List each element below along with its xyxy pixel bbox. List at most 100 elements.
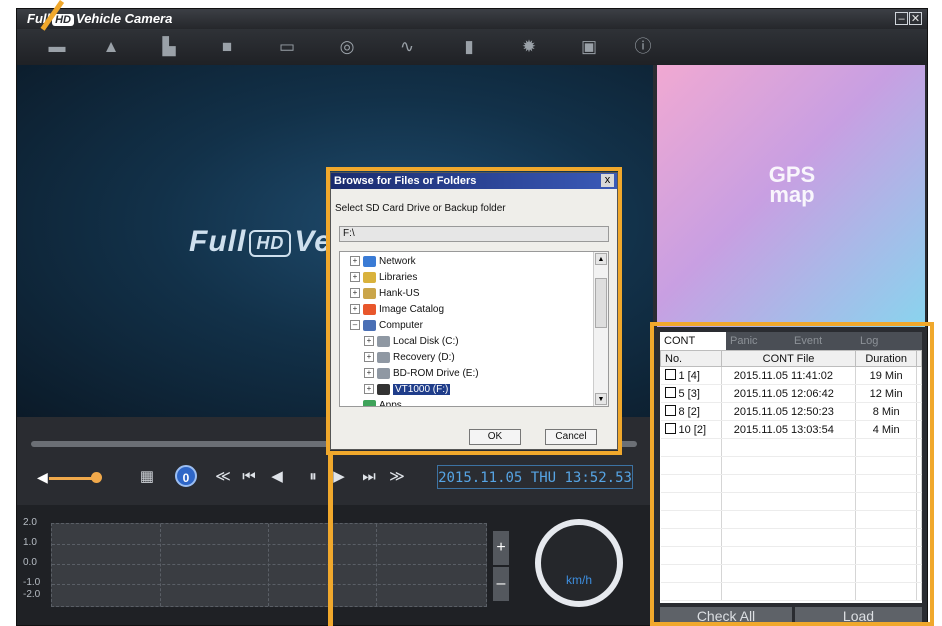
folder-icon[interactable]: ▬ — [45, 37, 69, 57]
zoom-in-button[interactable]: + — [493, 531, 509, 565]
zoom-out-button[interactable]: – — [493, 567, 509, 601]
volume-icon[interactable]: ◀ — [37, 469, 48, 486]
printer-icon[interactable]: ▙ — [157, 37, 181, 57]
speed-badge[interactable]: 0 — [175, 465, 197, 487]
row-checkbox[interactable] — [664, 405, 676, 416]
fast-forward-button[interactable]: ≫ — [387, 465, 407, 489]
tab-event[interactable]: Event — [790, 332, 856, 350]
drive-icon[interactable]: ▭ — [275, 37, 299, 57]
pause-button[interactable]: ⏸ — [303, 465, 323, 489]
expander-icon[interactable]: + — [350, 288, 360, 299]
tab-cont[interactable]: CONT — [660, 332, 726, 350]
folder-icon — [363, 255, 376, 267]
table-row[interactable]: 10 [2] 2015.11.05 13:03:54 4 Min — [660, 420, 922, 439]
previous-button[interactable]: ⏮ — [239, 465, 259, 489]
empty-row — [660, 492, 922, 511]
rewind-button[interactable]: ≪ — [213, 465, 233, 489]
tree-item[interactable]: + Hank-US — [350, 286, 420, 302]
tree-scrollbar[interactable]: ▲ ▼ — [593, 252, 608, 406]
close-button[interactable]: ✕ — [909, 12, 922, 25]
tree-item[interactable]: + Recovery (D:) — [364, 350, 455, 366]
expander-icon[interactable]: + — [364, 384, 374, 395]
app-title-hd: HD — [52, 14, 74, 26]
table-row[interactable]: 5 [3] 2015.11.05 12:06:42 12 Min — [660, 384, 922, 403]
tree-item[interactable]: + VT1000 (F:) — [364, 382, 451, 398]
check-all-button[interactable]: Check All — [660, 607, 792, 625]
empty-row — [660, 582, 922, 601]
tree-item-label: Libraries — [379, 272, 418, 283]
tree-item[interactable]: – Computer — [350, 318, 423, 334]
tree-item-label: Network — [379, 256, 416, 267]
row-no-cell[interactable]: 10 [2] — [660, 420, 722, 439]
gear-icon[interactable]: ✹ — [517, 37, 541, 57]
table-row[interactable]: 8 [2] 2015.11.05 12:50:23 8 Min — [660, 402, 922, 421]
video-icon[interactable]: ■ — [215, 37, 239, 57]
path-input[interactable] — [339, 226, 609, 242]
expander-icon[interactable]: + — [350, 256, 360, 267]
row-no-cell[interactable]: 1 [4] — [660, 366, 722, 385]
tab-panic[interactable]: Panic — [726, 332, 790, 350]
folder-icon — [363, 287, 376, 299]
snapshot-icon[interactable]: ▦ — [137, 465, 157, 489]
gsensor-label: 0.0 — [23, 557, 37, 568]
empty-row — [660, 456, 922, 475]
dialog-close-button[interactable]: x — [601, 174, 614, 187]
empty-row — [660, 474, 922, 493]
image-icon[interactable]: ▲ — [99, 37, 123, 57]
dialog-prompt: Select SD Card Drive or Backup folder — [335, 203, 506, 214]
tree-item[interactable]: + Libraries — [350, 270, 417, 286]
gps-map[interactable]: GPS map — [657, 65, 925, 327]
column-header-duration[interactable]: Duration — [855, 350, 917, 367]
row-no-cell[interactable]: 5 [3] — [660, 384, 722, 403]
ok-button[interactable]: OK — [469, 429, 521, 445]
row-checkbox[interactable] — [664, 423, 676, 434]
photo-icon[interactable]: ▣ — [577, 37, 601, 57]
tree-item-label: VT1000 (F:) — [393, 384, 451, 395]
book-icon[interactable]: ▮ — [457, 37, 481, 57]
empty-row — [660, 510, 922, 529]
tree-item[interactable]: + Image Catalog — [350, 302, 444, 318]
folder-tree: + Network + Libraries + Hank-US + Image Catalog… — [339, 251, 609, 407]
expander-icon[interactable]: + — [364, 352, 374, 363]
column-header-file[interactable]: CONT File — [720, 350, 857, 367]
row-file: 2015.11.05 11:41:02 — [721, 366, 857, 385]
tree-item-label: Local Disk (C:) — [393, 336, 459, 347]
tree-item-label: Recovery (D:) — [393, 352, 455, 363]
expander-icon[interactable]: + — [350, 304, 360, 315]
row-spacer — [916, 366, 922, 385]
volume-slider[interactable] — [49, 477, 95, 480]
tree-item[interactable]: + Network — [350, 254, 416, 270]
empty-row — [660, 438, 922, 457]
volume-knob[interactable] — [91, 472, 102, 483]
expander-icon[interactable]: + — [364, 336, 374, 347]
load-button[interactable]: Load — [795, 607, 922, 625]
tree-item[interactable]: Apps — [350, 398, 402, 406]
row-checkbox[interactable] — [664, 369, 676, 380]
expander-icon[interactable]: + — [350, 272, 360, 283]
cancel-button[interactable]: Cancel — [545, 429, 597, 445]
step-back-button[interactable]: ◀ — [267, 465, 287, 489]
column-header-no[interactable]: No. — [660, 350, 722, 367]
folder-icon — [363, 319, 376, 331]
scroll-up-icon[interactable]: ▲ — [595, 253, 607, 265]
info-icon[interactable]: ⓘ — [631, 37, 655, 57]
scroll-down-icon[interactable]: ▼ — [595, 393, 607, 405]
row-spacer — [916, 384, 922, 403]
globe-icon[interactable]: ◎ — [335, 37, 359, 57]
row-checkbox[interactable] — [664, 387, 676, 398]
expander-icon[interactable]: – — [350, 320, 360, 331]
tab-log[interactable]: Log — [856, 332, 922, 350]
column-header-spacer — [916, 350, 922, 367]
tree-item[interactable]: + Local Disk (C:) — [364, 334, 459, 350]
next-button[interactable]: ⏭ — [359, 465, 379, 489]
row-no-cell[interactable]: 8 [2] — [660, 402, 722, 421]
gsensor-label: -2.0 — [23, 589, 41, 600]
tree-item[interactable]: + BD-ROM Drive (E:) — [364, 366, 479, 382]
waveform-icon[interactable]: ∿ — [395, 37, 419, 57]
scroll-thumb[interactable] — [595, 278, 607, 328]
expander-icon[interactable]: + — [364, 368, 374, 379]
minimize-button[interactable]: – — [895, 12, 908, 25]
gsensor-panel: 2.0 1.0 0.0 -1.0 -2.0 + – km/h — [17, 505, 653, 625]
table-row[interactable]: 1 [4] 2015.11.05 11:41:02 19 Min — [660, 366, 922, 385]
empty-row — [660, 546, 922, 565]
